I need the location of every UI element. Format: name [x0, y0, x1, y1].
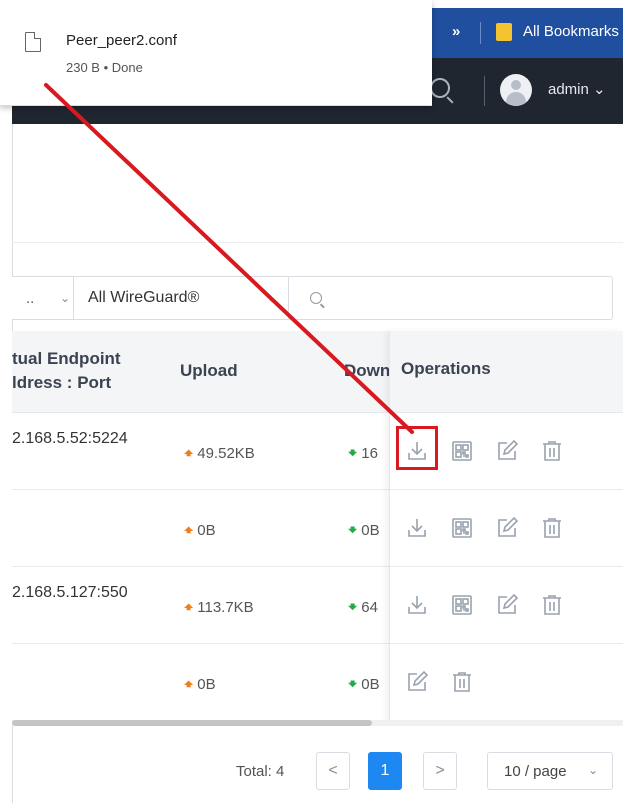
column-download[interactable]: Download: [344, 359, 394, 383]
endpoint-cell: 2.168.5.52:5224: [12, 430, 128, 447]
header-divider: [484, 76, 485, 106]
user-name: admin: [548, 81, 589, 98]
bookmarks-separator: [480, 22, 481, 44]
next-page-button[interactable]: >: [423, 752, 457, 790]
file-icon: [25, 32, 41, 52]
upload-cell: 🠹 0B: [184, 520, 216, 545]
download-status: 230 B • Done: [66, 60, 143, 75]
page-1-button[interactable]: 1: [368, 752, 402, 790]
edit-icon[interactable]: [405, 670, 429, 694]
delete-icon[interactable]: [450, 670, 474, 694]
chevron-down-icon: ⌄: [588, 763, 599, 777]
upload-value: 113.7KB: [197, 599, 254, 616]
scrollbar-thumb[interactable]: [12, 720, 372, 726]
column-endpoint-line1: tual Endpoint: [12, 349, 121, 368]
download-file-name[interactable]: Peer_peer2.conf: [66, 32, 177, 49]
download-value: 16: [361, 445, 378, 462]
search-icon[interactable]: [430, 78, 450, 98]
bookmarks-overflow-button[interactable]: »: [452, 23, 460, 40]
arrow-up-icon: 🠹: [184, 676, 194, 693]
column-endpoint-line2: ldress : Port: [12, 373, 112, 392]
operations-cell: [390, 567, 623, 644]
pagination-total: Total: 4: [236, 763, 285, 780]
delete-icon[interactable]: [540, 439, 564, 463]
arrow-down-icon: 🠻: [348, 676, 358, 693]
upload-value: 0B: [197, 522, 216, 539]
download-value: 0B: [361, 522, 380, 539]
column-endpoint: tual Endpoint ldress : Port: [12, 347, 121, 395]
edit-icon[interactable]: [495, 516, 519, 540]
download-icon[interactable]: [405, 593, 429, 617]
chevron-down-icon[interactable]: ⌄: [267, 291, 277, 305]
edit-icon[interactable]: [495, 439, 519, 463]
arrow-down-icon: 🠻: [348, 445, 358, 462]
filter-separator: [288, 277, 289, 319]
arrow-up-icon: 🠹: [184, 522, 194, 539]
filter-separator: [73, 277, 74, 319]
qr-code-icon[interactable]: [450, 439, 474, 463]
wireguard-filter-select[interactable]: All WireGuard®: [88, 289, 199, 307]
delete-icon[interactable]: [540, 516, 564, 540]
folder-icon: [496, 23, 512, 41]
arrow-down-icon: 🠻: [348, 522, 358, 539]
column-operations: Operations: [401, 359, 491, 378]
screenshot-root: » All Bookmarks admin ⌄ Peer_peer2.conf …: [0, 0, 623, 803]
prev-page-button[interactable]: <: [316, 752, 350, 790]
upload-cell: 🠹 0B: [184, 674, 216, 699]
filter-first-select[interactable]: ..: [26, 290, 34, 307]
endpoint-cell: 2.168.5.127:550: [12, 584, 128, 601]
arrow-up-icon: 🠹: [184, 599, 194, 616]
chevron-down-icon: ⌄: [593, 81, 606, 98]
edit-icon[interactable]: [495, 593, 519, 617]
highlight-box: [396, 426, 438, 470]
all-bookmarks-link[interactable]: All Bookmarks: [523, 23, 619, 40]
arrow-down-icon: 🠻: [348, 599, 358, 616]
page-size-value: 10 / page: [504, 763, 567, 780]
operations-header: Operations: [390, 331, 623, 413]
upload-cell: 🠹 113.7KB: [184, 597, 254, 622]
qr-code-icon[interactable]: [450, 593, 474, 617]
filter-bar: .. ⌄ All WireGuard® ⌄: [12, 276, 613, 320]
upload-value: 49.52KB: [197, 445, 255, 462]
section-divider: [12, 242, 623, 243]
download-icon[interactable]: [405, 516, 429, 540]
operations-cell: [390, 490, 623, 567]
bookmarks-bar: » All Bookmarks: [432, 8, 623, 58]
download-popup: Peer_peer2.conf 230 B • Done: [0, 0, 432, 106]
chevron-down-icon[interactable]: ⌄: [60, 291, 70, 305]
delete-icon[interactable]: [540, 593, 564, 617]
upload-value: 0B: [197, 676, 216, 693]
column-upload[interactable]: Upload: [180, 359, 238, 383]
arrow-up-icon: 🠹: [184, 445, 194, 462]
page-size-select[interactable]: 10 / page ⌄: [487, 752, 613, 790]
avatar[interactable]: [500, 74, 532, 106]
search-icon[interactable]: [310, 292, 322, 304]
user-menu[interactable]: admin ⌄: [548, 80, 606, 98]
operations-cell: [390, 644, 623, 721]
upload-cell: 🠹 49.52KB: [184, 443, 255, 468]
qr-code-icon[interactable]: [450, 516, 474, 540]
download-value: 64: [361, 599, 378, 616]
download-value: 0B: [361, 676, 380, 693]
operations-column: Operations: [389, 331, 623, 723]
